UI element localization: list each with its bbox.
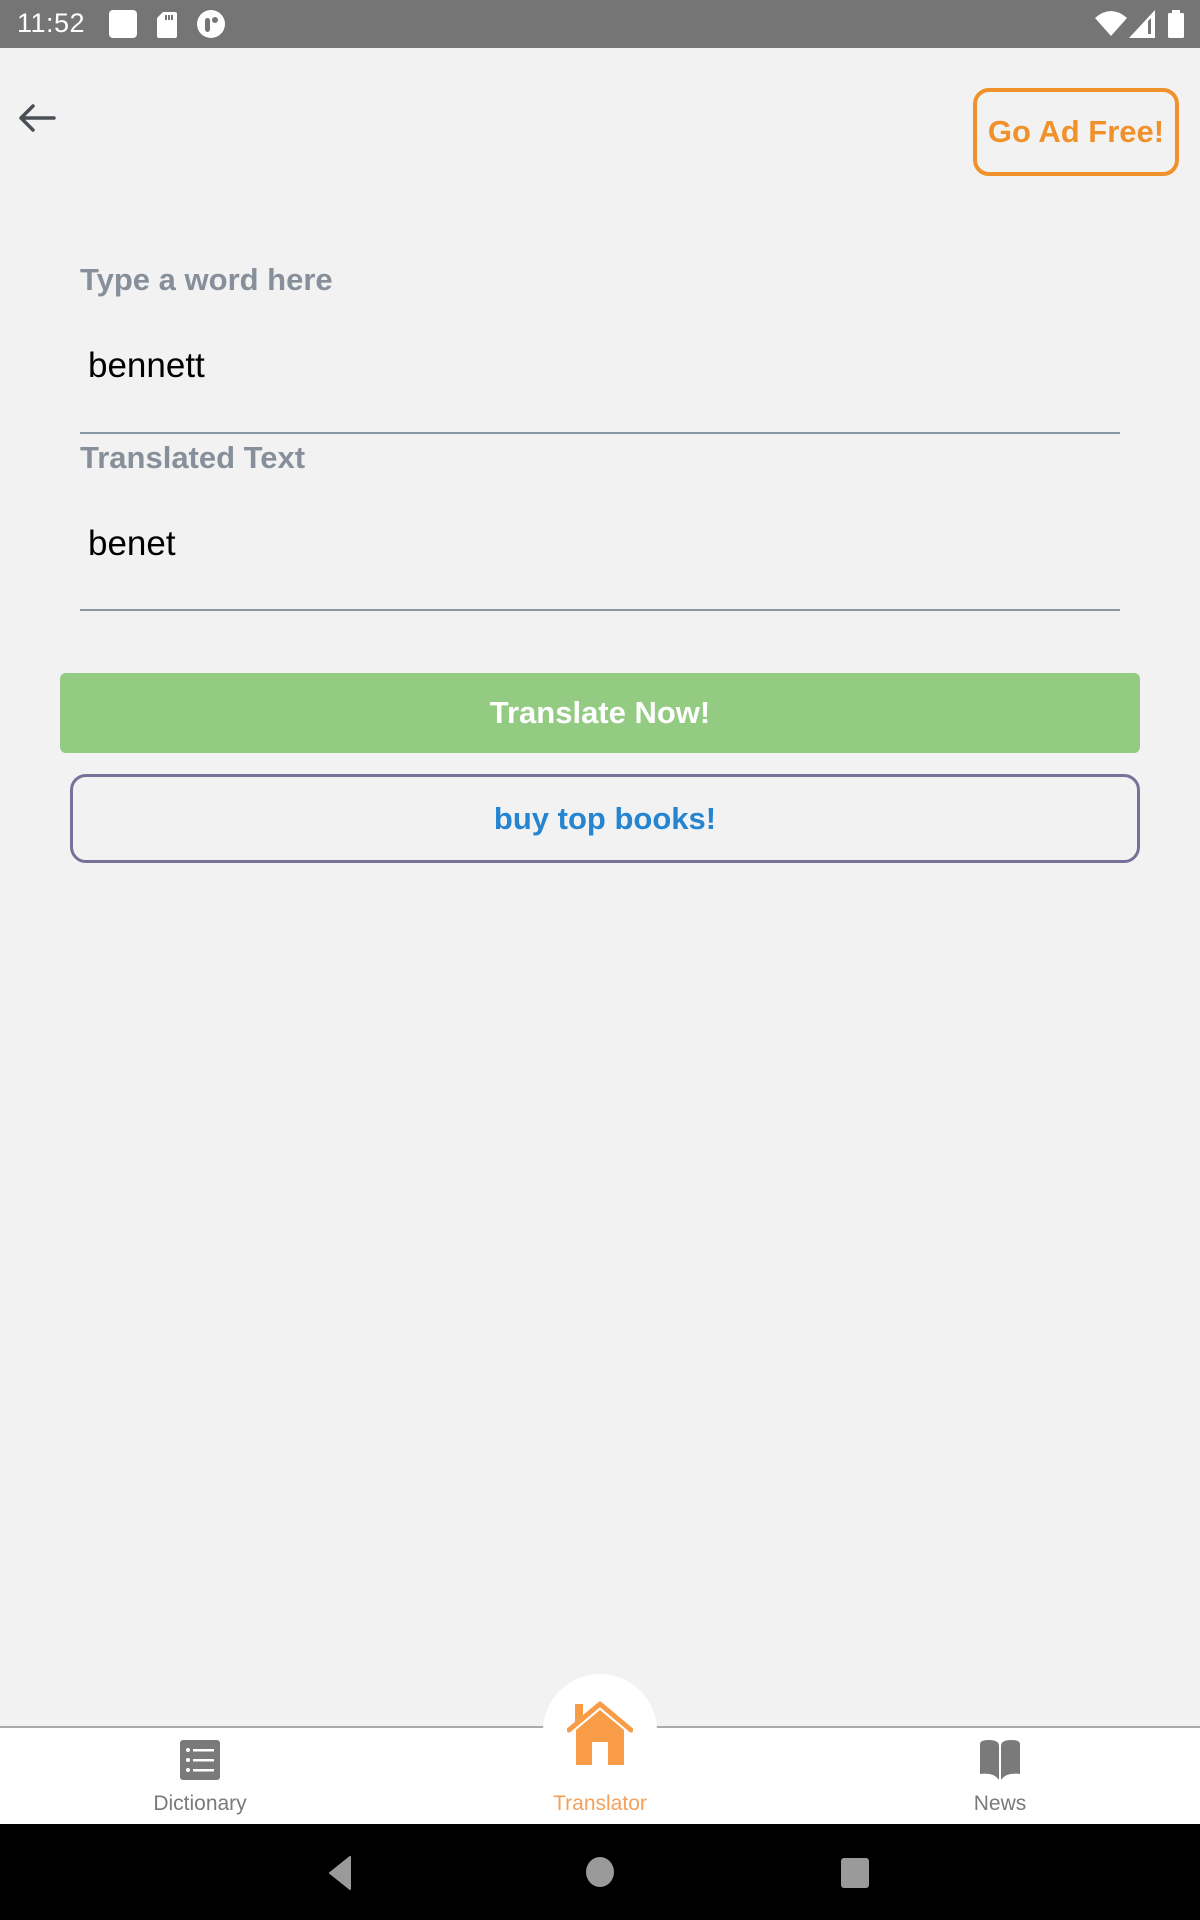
system-navigation-bar bbox=[0, 1824, 1200, 1920]
nav-tab-translator[interactable]: Translator bbox=[500, 1701, 700, 1824]
cell-signal-icon bbox=[1129, 10, 1155, 38]
battery-icon bbox=[1168, 10, 1184, 38]
nav-label-news: News bbox=[973, 1792, 1027, 1815]
home-icon bbox=[567, 1701, 633, 1765]
status-bar: 11:52 bbox=[0, 0, 1200, 48]
word-input-underline bbox=[80, 432, 1120, 434]
app-notification-icon bbox=[197, 10, 225, 38]
arrow-left-icon bbox=[19, 104, 56, 132]
list-icon bbox=[180, 1740, 220, 1780]
wifi-icon bbox=[1095, 11, 1127, 36]
buy-top-books-button[interactable]: buy top books! bbox=[70, 774, 1140, 863]
system-back-icon[interactable] bbox=[328, 1856, 352, 1890]
book-open-icon bbox=[980, 1740, 1020, 1780]
back-button[interactable] bbox=[14, 98, 60, 138]
nav-label-dictionary: Dictionary bbox=[153, 1792, 247, 1815]
translated-text-underline bbox=[80, 609, 1120, 611]
word-field-label: Type a word here bbox=[80, 262, 333, 297]
system-recents-icon[interactable] bbox=[840, 1857, 870, 1889]
nav-tab-news[interactable]: News bbox=[900, 1730, 1100, 1824]
nav-label-translator: Translator bbox=[553, 1792, 647, 1815]
notification-square-icon bbox=[109, 10, 137, 38]
nav-tab-dictionary[interactable]: Dictionary bbox=[100, 1730, 300, 1824]
word-input[interactable] bbox=[88, 346, 1118, 386]
translate-now-button[interactable]: Translate Now! bbox=[60, 673, 1140, 753]
system-home-icon[interactable] bbox=[585, 1856, 615, 1888]
sd-card-icon bbox=[157, 12, 177, 38]
go-ad-free-button[interactable]: Go Ad Free! bbox=[973, 88, 1179, 176]
translated-text-field[interactable] bbox=[88, 524, 1118, 564]
translated-text-label: Translated Text bbox=[80, 440, 306, 475]
status-time: 11:52 bbox=[17, 8, 86, 38]
